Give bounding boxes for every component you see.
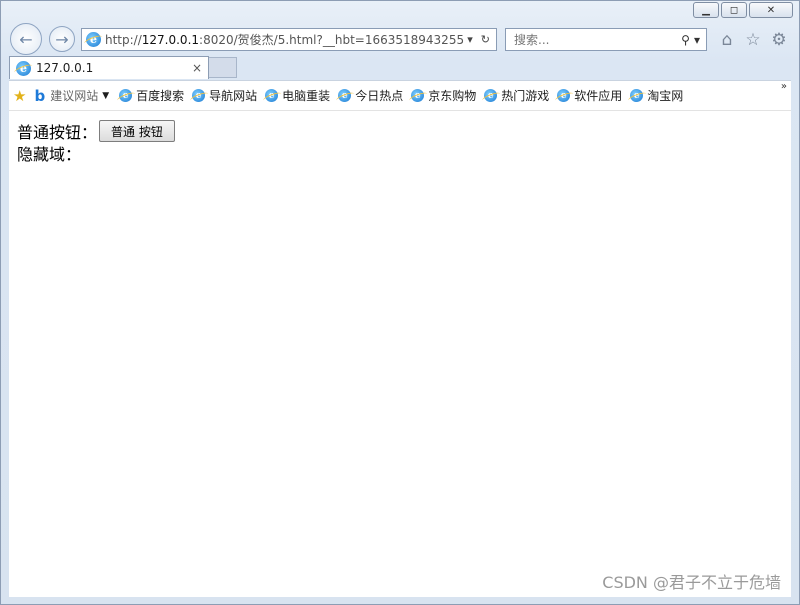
favorites-item-label: 导航网站 <box>209 89 258 103</box>
search-dropdown-icon[interactable]: ▾ <box>694 33 700 47</box>
ie-icon: e <box>192 89 206 102</box>
search-box[interactable]: ⚲ ▾ <box>505 28 707 51</box>
maximize-button[interactable]: ◻ <box>721 2 747 18</box>
favorites-item-label: 百度搜索 <box>136 89 185 103</box>
tab-strip: e 127.0.0.1 × <box>1 55 799 79</box>
favorites-bar: ★ b 建议网站 ▼ e 百度搜索 e 导航网站 e 电脑重装 e 今日热点 e 京东购物 e 热门游… <box>9 80 791 110</box>
tab-title: 127.0.0.1 <box>36 61 94 75</box>
url-path: :8020/贺俊杰/5.html?__hbt=1663518943255 <box>199 33 465 47</box>
favorites-item[interactable]: e 导航网站 <box>192 87 257 104</box>
tab-ie-icon: e <box>16 60 31 76</box>
new-tab-button[interactable] <box>209 57 237 78</box>
suggested-sites-link[interactable]: 建议网站 <box>50 87 98 104</box>
ie-icon: e <box>119 89 133 102</box>
favorites-item-label: 淘宝网 <box>647 89 684 103</box>
navigation-bar: ← → e http://127.0.0.1:8020/贺俊杰/5.html?_… <box>1 23 799 55</box>
favorites-item[interactable]: e 热门游戏 <box>484 87 549 104</box>
favorites-item[interactable]: e 百度搜索 <box>119 87 184 104</box>
toolbar-icons: ⌂ ☆ ⚙ <box>717 30 789 50</box>
favorites-item-label: 今日热点 <box>355 89 404 103</box>
address-bar[interactable]: e http://127.0.0.1:8020/贺俊杰/5.html?__hbt… <box>81 28 497 51</box>
favorites-item[interactable]: e 软件应用 <box>557 87 622 104</box>
ie-icon: e <box>265 89 279 102</box>
url-prefix: http:// <box>105 33 142 47</box>
watermark: CSDN @君子不立于危墙 <box>602 573 781 592</box>
bing-icon: b <box>34 86 46 105</box>
favorites-star-icon[interactable]: ☆ <box>743 30 763 50</box>
search-icon[interactable]: ⚲ <box>681 33 690 47</box>
favorites-item[interactable]: e 京东购物 <box>411 87 476 104</box>
ie-icon: e <box>411 89 425 102</box>
page-content: 普通按钮： 普通 按钮 隐藏域： CSDN @君子不立于危墙 <box>9 110 791 597</box>
minimize-button[interactable]: ▁ <box>693 2 719 18</box>
address-dropdown-icon[interactable]: ▾ <box>467 33 473 46</box>
refresh-icon[interactable]: ↻ <box>481 33 490 46</box>
tab-close-icon[interactable]: × <box>192 61 202 75</box>
favorites-item-label: 电脑重装 <box>282 89 331 103</box>
forward-button[interactable]: → <box>49 26 75 52</box>
favorites-item[interactable]: e 电脑重装 <box>265 87 330 104</box>
button-label: 普通按钮： <box>17 123 98 142</box>
favorites-items: e 百度搜索 e 导航网站 e 电脑重装 e 今日热点 e 京东购物 e 热门游戏 e 软件应用 e 淘宝网 <box>119 87 691 104</box>
browser-window: ▁ ◻ ✕ ← → e http://127.0.0.1:8020/贺俊杰/5.… <box>0 0 800 605</box>
window-caption-buttons: ▁ ◻ ✕ <box>693 2 793 18</box>
home-icon[interactable]: ⌂ <box>717 30 737 50</box>
suggested-sites-dropdown-icon[interactable]: ▼ <box>102 91 109 101</box>
forward-icon: → <box>55 29 69 49</box>
url-host: 127.0.0.1 <box>141 33 200 47</box>
ie-icon: e <box>338 89 352 102</box>
search-input[interactable] <box>512 31 682 48</box>
favorites-overflow-icon[interactable]: » <box>781 81 787 92</box>
favorites-icon[interactable]: ★ <box>13 87 26 105</box>
favorites-item-label: 热门游戏 <box>501 89 550 103</box>
address-url[interactable]: http://127.0.0.1:8020/贺俊杰/5.html?__hbt=1… <box>105 31 467 48</box>
ie-icon: e <box>630 89 644 102</box>
back-button[interactable]: ← <box>10 23 42 55</box>
ie-icon: e <box>86 32 101 47</box>
favorites-item-label: 软件应用 <box>574 89 623 103</box>
hidden-field-label: 隐藏域： <box>17 145 82 164</box>
plain-button[interactable]: 普通 按钮 <box>99 120 175 142</box>
button-row: 普通按钮： 普通 按钮 <box>17 119 175 143</box>
ie-icon: e <box>484 89 498 102</box>
close-window-button[interactable]: ✕ <box>749 2 793 18</box>
settings-gear-icon[interactable]: ⚙ <box>769 30 789 50</box>
back-icon: ← <box>19 29 33 49</box>
favorites-item-label: 京东购物 <box>428 89 477 103</box>
favorites-item[interactable]: e 淘宝网 <box>630 87 683 104</box>
ie-icon: e <box>557 89 571 102</box>
tab-active[interactable]: e 127.0.0.1 × <box>9 56 209 79</box>
favorites-item[interactable]: e 今日热点 <box>338 87 403 104</box>
